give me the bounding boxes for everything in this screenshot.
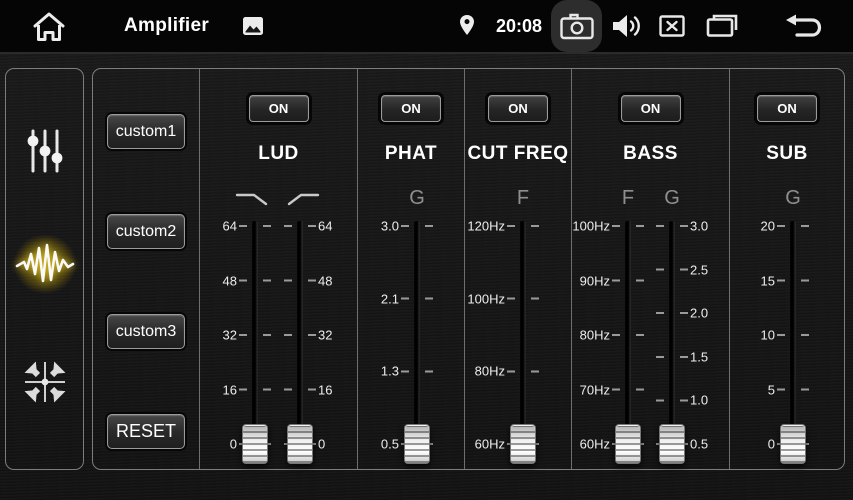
gallery-icon (243, 17, 263, 35)
tick-label: 80Hz (475, 364, 505, 379)
channel-title: LUD (200, 143, 357, 165)
custom2-button[interactable]: custom2 (107, 214, 185, 249)
sidebar-item-equalizer[interactable] (13, 121, 77, 181)
gain-label: G (768, 187, 818, 210)
close-app-button[interactable] (659, 15, 685, 37)
slider-thumb[interactable] (287, 424, 313, 464)
tick-marks (801, 225, 809, 445)
back-button[interactable] (783, 13, 825, 40)
tick-label: 0.5 (690, 437, 708, 452)
volume-button[interactable] (611, 13, 642, 39)
speakers-balance-icon (22, 359, 68, 405)
tick-label: 3.0 (690, 219, 708, 234)
tick-marks (308, 225, 316, 445)
channel-cut-freq: ON CUT FREQ F 120Hz 100Hz 80Hz 60Hz (465, 69, 572, 469)
tick-label: 2.1 (381, 291, 399, 306)
custom3-button[interactable]: custom3 (107, 314, 185, 349)
waveform-icon (15, 239, 75, 289)
lud-right-slider: 64 48 32 16 0 (200, 226, 357, 444)
gain-label: G (392, 187, 442, 210)
slider-thumb[interactable] (780, 424, 806, 464)
tick-label: 60Hz (475, 437, 505, 452)
tick-label: 10 (761, 328, 775, 343)
tick-label: 100Hz (467, 291, 505, 306)
tick-marks (531, 225, 539, 445)
channel-title: PHAT (358, 143, 464, 165)
phat-slider: G 3.0 2.1 1.3 0.5 (358, 226, 464, 444)
tick-label: 16 (318, 382, 332, 397)
tick-label: 48 (318, 273, 332, 288)
bass-gain-slider: G 3.0 2.5 2.0 1.5 1.0 0.5 (572, 226, 729, 444)
camera-icon (560, 13, 594, 40)
tick-label: 5 (768, 382, 775, 397)
lowpass-curve-icon (234, 190, 276, 208)
tick-marks (425, 225, 433, 445)
slider-thumb[interactable] (404, 424, 430, 464)
gain-label: G (647, 187, 697, 210)
sub-on-button[interactable]: ON (757, 95, 817, 122)
close-window-icon (659, 15, 685, 37)
cut-freq-slider: F 120Hz 100Hz 80Hz 60Hz (465, 226, 571, 444)
channel-lud: ON LUD 64 48 32 16 0 64 48 32 16 (200, 69, 358, 469)
sidebar-item-sound-effects[interactable] (13, 234, 77, 294)
channel-title: SUB (730, 143, 844, 165)
channel-phat: ON PHAT G 3.0 2.1 1.3 0.5 (358, 69, 465, 469)
sidebar-item-balance[interactable] (13, 352, 77, 412)
tick-label: 1.5 (690, 349, 708, 364)
tick-label: 1.0 (690, 393, 708, 408)
tick-label: 32 (318, 328, 332, 343)
slider-thumb[interactable] (510, 424, 536, 464)
page-title: Amplifier (124, 15, 209, 37)
amplifier-panel: custom1 custom2 custom3 RESET ON LUD 64 … (92, 68, 845, 470)
sidebar (5, 68, 84, 470)
channel-sub: ON SUB G 20 15 10 5 0 (730, 69, 844, 469)
channel-title: CUT FREQ (465, 143, 571, 165)
tick-marks (284, 225, 292, 445)
frequency-label: F (498, 187, 548, 210)
phat-on-button[interactable]: ON (381, 95, 441, 122)
status-bar: Amplifier 20:08 (0, 0, 853, 54)
home-button[interactable] (30, 10, 68, 44)
back-icon (783, 13, 825, 40)
tick-marks (507, 225, 515, 445)
clock: 20:08 (496, 16, 542, 37)
equalizer-sliders-icon (26, 128, 64, 174)
slider-thumb[interactable] (659, 424, 685, 464)
tick-marks (777, 225, 785, 445)
highpass-curve-icon (279, 190, 321, 208)
reset-button[interactable]: RESET (107, 414, 185, 449)
sub-slider: G 20 15 10 5 0 (730, 226, 844, 444)
screenshot-button[interactable] (551, 0, 602, 52)
volume-icon (611, 13, 642, 39)
recent-apps-icon (706, 14, 738, 38)
tick-label: 2.5 (690, 262, 708, 277)
tick-marks (656, 225, 664, 445)
location-pin-icon (459, 14, 475, 36)
bass-on-button[interactable]: ON (621, 95, 681, 122)
tick-label: 1.3 (381, 364, 399, 379)
lud-on-button[interactable]: ON (249, 95, 309, 122)
gallery-button[interactable] (243, 17, 263, 35)
frequency-label: F (603, 187, 653, 210)
channel-title: BASS (572, 143, 729, 165)
presets-column: custom1 custom2 custom3 RESET (93, 69, 200, 469)
channel-bass: ON BASS F 100Hz 90Hz 80Hz 70Hz 60Hz G 3.… (572, 69, 730, 469)
tick-label: 0 (318, 437, 325, 452)
tick-label: 3.0 (381, 219, 399, 234)
cut-freq-on-button[interactable]: ON (488, 95, 548, 122)
custom1-button[interactable]: custom1 (107, 114, 185, 149)
tick-label: 64 (318, 219, 332, 234)
tick-label: 0.5 (381, 437, 399, 452)
tick-label: 15 (761, 273, 775, 288)
tick-label: 120Hz (467, 219, 505, 234)
recent-apps-button[interactable] (706, 14, 738, 38)
tick-label: 2.0 (690, 306, 708, 321)
tick-label: 20 (761, 219, 775, 234)
tick-marks (680, 225, 688, 445)
home-icon (30, 10, 68, 44)
tick-marks (401, 225, 409, 445)
tick-label: 0 (768, 437, 775, 452)
